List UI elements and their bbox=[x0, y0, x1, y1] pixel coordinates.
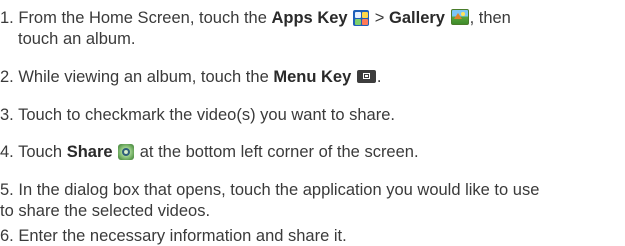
apps-key-icon bbox=[353, 10, 370, 26]
step-5: 5. In the dialog box that opens, touch t… bbox=[0, 180, 620, 200]
step-number: 1. bbox=[0, 9, 14, 27]
step-text: touch an album. bbox=[18, 30, 136, 48]
step-4: 4. Touch Share at the bottom left corner… bbox=[0, 142, 620, 162]
step-text: at the bottom left corner of the screen. bbox=[139, 143, 419, 161]
step-number: 6. bbox=[0, 227, 14, 245]
step-text: Touch to checkmark the video(s) you want… bbox=[18, 106, 395, 124]
step-text: Enter the necessary information and shar… bbox=[18, 227, 347, 245]
step-text: . bbox=[376, 68, 382, 86]
step-text: Touch bbox=[18, 143, 63, 161]
step-number: 4. bbox=[0, 143, 14, 161]
menu-key-label: Menu Key bbox=[273, 68, 352, 86]
step-text: to share the selected videos. bbox=[0, 202, 211, 220]
instructions-document: 1. From the Home Screen, touch the Apps … bbox=[0, 0, 625, 246]
step-2: 2. While viewing an album, touch the Men… bbox=[0, 67, 620, 87]
gallery-icon bbox=[450, 9, 469, 25]
step-number: 5. bbox=[0, 181, 14, 199]
step-5-continued: to share the selected videos. bbox=[0, 201, 620, 221]
step-3: 3. Touch to checkmark the video(s) you w… bbox=[0, 105, 620, 125]
step-number: 3. bbox=[0, 106, 14, 124]
separator: > bbox=[374, 9, 385, 27]
share-icon bbox=[118, 144, 135, 160]
gallery-label: Gallery bbox=[389, 9, 445, 27]
apps-key-label: Apps Key bbox=[271, 9, 348, 27]
step-text: , then bbox=[469, 9, 511, 27]
step-6: 6. Enter the necessary information and s… bbox=[0, 226, 620, 246]
menu-key-icon bbox=[356, 70, 376, 83]
share-label: Share bbox=[66, 143, 113, 161]
step-number: 2. bbox=[0, 68, 14, 86]
step-1: 1. From the Home Screen, touch the Apps … bbox=[0, 8, 620, 28]
step-text: While viewing an album, touch the bbox=[18, 68, 269, 86]
step-text: From the Home Screen, touch the bbox=[18, 9, 267, 27]
step-text: In the dialog box that opens, touch the … bbox=[18, 181, 540, 199]
step-1-continued: touch an album. bbox=[0, 29, 625, 49]
